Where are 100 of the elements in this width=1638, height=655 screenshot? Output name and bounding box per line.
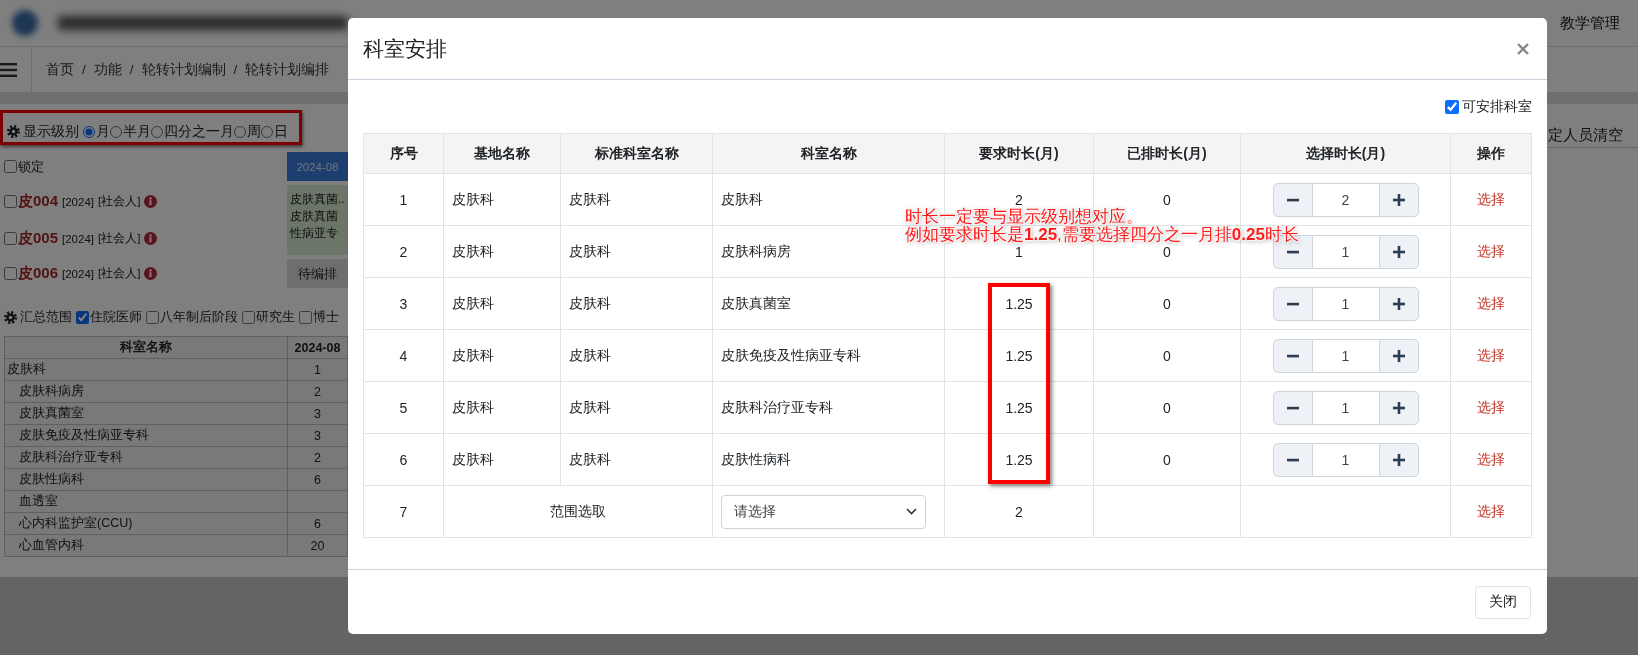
select-link[interactable]: 选择 [1477,502,1505,519]
table-cell: 皮肤科 [4,358,288,381]
increment-button[interactable] [1378,234,1419,269]
column-header: 科室名称 [4,336,288,359]
table-cell: 皮肤科 [443,433,561,486]
checkbox[interactable] [4,195,17,208]
select-field[interactable]: 请选择 [721,494,926,529]
increment-button[interactable] [1378,442,1419,477]
table-cell: 皮肤科 [443,381,561,434]
radio-button[interactable] [110,125,122,138]
schedule-cell[interactable]: 皮肤真菌.. 皮肤真菌 性病亚专 [287,185,348,255]
select-link[interactable]: 选择 [1477,242,1505,259]
info-icon[interactable] [144,195,158,208]
select-link[interactable]: 选择 [1477,398,1505,415]
plus-icon [1392,401,1405,414]
table-cell: 皮肤真菌室 [4,402,288,425]
radio-button[interactable] [83,125,95,138]
breadcrumb-separator: / [129,62,134,77]
column-header: 标准科室名称 [560,133,713,174]
table-cell: 皮肤科 [443,173,561,226]
pending-cell[interactable]: 待编排 [287,259,348,288]
column-header: 操作 [1450,133,1532,174]
checkbox[interactable] [146,310,159,324]
clear-link[interactable]: 定人员清空 [1548,126,1638,148]
increment-button[interactable] [1378,286,1419,321]
year-tag: [2024] [62,232,94,245]
select-link[interactable]: 选择 [1477,450,1505,467]
select-link[interactable]: 选择 [1477,294,1505,311]
increment-button[interactable] [1378,338,1419,373]
table-cell: 心内科监护室(CCU) [4,512,288,535]
checkbox[interactable] [4,160,17,173]
breadcrumb-separator: / [233,62,238,77]
checkbox[interactable] [242,310,255,324]
breadcrumb-link[interactable]: 轮转计划编制 [141,60,226,79]
table-cell: 3 [363,277,444,330]
person-code[interactable]: 皮006 [18,264,59,283]
number-field[interactable]: 2 [1312,182,1379,217]
radio-label: 日 [274,122,288,141]
radio-button[interactable] [151,125,163,138]
select-link[interactable]: 选择 [1477,346,1505,363]
person-code[interactable]: 皮005 [18,229,59,248]
checkbox[interactable] [4,232,17,245]
table-cell: 皮肤性病科 [712,433,945,486]
menu-icon[interactable] [0,62,17,77]
table-cell: 0 [1093,277,1241,330]
column-header: 选择时长(月) [1240,133,1451,174]
checkbox[interactable] [1445,100,1459,114]
plus-icon [1392,245,1405,258]
table-cell: 皮肤真菌室 [712,277,945,330]
table-cell: 皮肤科 [560,433,713,486]
blurred-logo [12,10,38,36]
column-header: 序号 [363,133,444,174]
column-header: 基地名称 [443,133,561,174]
table-cell: 皮肤科 [443,277,561,330]
table-cell: 皮肤科治疗亚专科 [4,446,288,469]
plus-icon [1392,297,1405,310]
table-cell: 4 [363,329,444,382]
plus-icon [1392,349,1405,362]
radio-button[interactable] [234,125,246,138]
close-button[interactable]: 关闭 [1475,585,1531,619]
table-cell: 0 [1093,381,1241,434]
plus-icon [1392,193,1405,206]
select-link[interactable]: 选择 [1477,190,1505,207]
number-field[interactable]: 1 [1312,286,1379,321]
table-cell: 皮肤科治疗亚专科 [712,381,945,434]
number-field[interactable]: 1 [1312,338,1379,373]
checkbox[interactable] [76,310,89,324]
table-cell: 皮肤免疫及性病亚专科 [4,424,288,447]
breadcrumb-link[interactable]: 功能 [93,60,122,79]
decrement-button[interactable] [1272,286,1313,321]
info-icon[interactable] [144,232,158,245]
decrement-button[interactable] [1272,390,1313,425]
nav-link[interactable]: 教学管理 [1560,13,1620,33]
decrement-button[interactable] [1272,442,1313,477]
table-cell: 皮肤科 [560,381,713,434]
info-icon[interactable] [144,267,158,280]
column-header: 科室名称 [712,133,945,174]
table-cell: 皮肤科病房 [4,380,288,403]
increment-button[interactable] [1378,390,1419,425]
table-cell: 7 [363,485,444,538]
number-field[interactable]: 1 [1312,234,1379,269]
person-code[interactable]: 皮004 [18,192,59,211]
decrement-button[interactable] [1272,338,1313,373]
checkbox[interactable] [4,267,17,280]
breadcrumb-link[interactable]: 轮转计划编排 [245,60,330,79]
radio-label: 月 [96,122,110,141]
close-icon[interactable] [1517,42,1529,55]
gear-icon [7,125,20,138]
column-header: 要求时长(月) [944,133,1094,174]
breadcrumb-separator: / [82,62,86,77]
checkbox[interactable] [299,310,312,324]
breadcrumb-link[interactable]: 首页 [46,60,74,79]
radio-button[interactable] [261,125,273,138]
table-cell: 皮肤科 [560,329,713,382]
number-field[interactable]: 1 [1312,442,1379,477]
annotation-text: 时长一定要与显示级别想对应。 [905,208,1143,226]
decrement-button[interactable] [1272,182,1313,217]
number-field[interactable]: 1 [1312,390,1379,425]
column-header: 已排时长(月) [1093,133,1241,174]
increment-button[interactable] [1378,182,1419,217]
